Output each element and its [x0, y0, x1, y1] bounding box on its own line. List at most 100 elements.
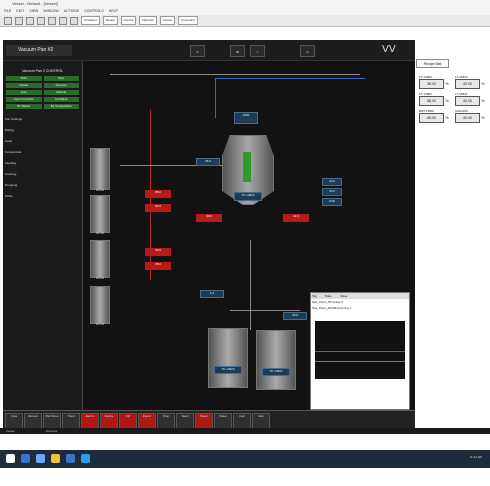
- pipe: [215, 78, 365, 79]
- section-label: Concentrate: [5, 150, 22, 154]
- stat-box[interactable]: 0: [190, 45, 205, 57]
- value-box: 30.0: [283, 312, 307, 320]
- bottom-tank[interactable]: [208, 328, 248, 388]
- refresh-icon[interactable]: [59, 16, 67, 25]
- value-box: 6.00: [322, 198, 342, 206]
- toolbar-tab[interactable]: Control: [120, 16, 137, 25]
- status-user: Vessel: [6, 429, 15, 433]
- menu-item[interactable]: ACTIONS: [64, 8, 80, 15]
- pipe: [110, 74, 360, 75]
- menu-item[interactable]: HELP: [109, 8, 118, 15]
- nav-button[interactable]: Cool: [233, 413, 251, 429]
- nav-button[interactable]: Pan Menu: [43, 413, 61, 429]
- save-icon[interactable]: [37, 16, 45, 25]
- tank-label: TK 14821: [262, 368, 290, 376]
- setpoint-item[interactable]: BWT14800 85.00 %: [419, 109, 451, 123]
- app-icon[interactable]: [81, 454, 90, 463]
- control-button[interactable]: Auto: [6, 90, 42, 95]
- bottom-tank[interactable]: [256, 330, 296, 390]
- control-button[interactable]: Cut Back: [43, 97, 79, 102]
- control-button[interactable]: Open Controls: [6, 97, 42, 102]
- home-icon[interactable]: [26, 16, 34, 25]
- nav-button[interactable]: Water: [214, 413, 232, 429]
- menu-item[interactable]: VIEW: [29, 8, 38, 15]
- control-button[interactable]: Stop: [43, 76, 79, 81]
- side-tank[interactable]: [90, 195, 110, 233]
- nav-button[interactable]: Help: [252, 413, 270, 429]
- alarm-value[interactable]: 30.0: [196, 214, 222, 222]
- control-panel: Vacuum Pan 2 CONTROL Start Stop Pause Re…: [3, 61, 83, 410]
- section-label: Dropping: [5, 183, 18, 187]
- control-button[interactable]: By Temperature: [43, 104, 79, 109]
- section-label: Graining: [5, 172, 17, 176]
- side-tank[interactable]: [90, 286, 110, 324]
- control-button[interactable]: Start: [6, 76, 42, 81]
- menu-item[interactable]: FILE: [4, 8, 11, 15]
- pipe: [250, 240, 251, 330]
- nav-button[interactable]: Vacuum: [24, 413, 42, 429]
- setpoint-item[interactable]: ASA1480 40.00 %: [455, 109, 487, 123]
- value-box: 1000: [234, 112, 258, 124]
- stat-box[interactable]: Q: [300, 45, 315, 57]
- setpoint-item[interactable]: FT-14802 88.00 %: [419, 92, 451, 106]
- windows-icon[interactable]: [6, 454, 15, 463]
- setpoint-panel: FT-14800 38.00 % LT-14800 40.00 % FT-14802…: [416, 72, 490, 158]
- side-tank-label: ST-03: [95, 276, 104, 280]
- toolbar-tab[interactable]: Command: [177, 16, 198, 25]
- side-tank-label: ST-04: [95, 322, 104, 326]
- toolbar-tab[interactable]: Historian: [139, 16, 158, 25]
- nav-button[interactable]: Seed: [176, 413, 194, 429]
- toolbar-tab[interactable]: Checkout: [81, 16, 100, 25]
- side-tank[interactable]: [90, 240, 110, 278]
- setpoint-item[interactable]: LT-14800 40.00 %: [455, 75, 487, 89]
- window-title: Vessel - Default - [Vessel]: [0, 0, 490, 8]
- menu-item[interactable]: WINDOW: [43, 8, 58, 15]
- nav-button[interactable]: Alarms: [81, 413, 99, 429]
- section-label: Grain: [5, 139, 13, 143]
- alarm-value[interactable]: 40.0: [145, 248, 171, 256]
- alarm-popup[interactable]: Tag State Value Seq_Pan2_SP Active 0 Seq_P…: [310, 292, 410, 410]
- toolbar-tab[interactable]: Vessel: [102, 16, 118, 25]
- control-button[interactable]: Pause: [6, 83, 42, 88]
- setpoint-item[interactable]: LT-14803 40.00 %: [455, 92, 487, 106]
- control-button[interactable]: Manual: [43, 90, 79, 95]
- app-icon[interactable]: [51, 454, 60, 463]
- print-icon[interactable]: [48, 16, 56, 25]
- nav-button[interactable]: Steam: [195, 413, 213, 429]
- section-label: Strike: [5, 194, 13, 198]
- nav-button[interactable]: Recipe: [100, 413, 118, 429]
- menu-item[interactable]: CONTROLS: [84, 8, 103, 15]
- recipe-button[interactable]: Recipe Mat: [416, 59, 449, 68]
- status-state: Operator: [45, 429, 58, 433]
- nav-button[interactable]: Area: [5, 413, 23, 429]
- toolbar: Checkout Vessel Control Historian Vessel…: [0, 15, 490, 27]
- settings-icon[interactable]: [70, 16, 78, 25]
- nav-button[interactable]: Trend: [62, 413, 80, 429]
- side-tank-label: ST-02: [95, 231, 104, 235]
- toolbar-tab[interactable]: Vessel: [160, 16, 175, 25]
- side-tank[interactable]: [90, 148, 110, 190]
- agitator-icon: [243, 152, 251, 182]
- setpoint-item[interactable]: FT-14800 38.00 %: [419, 75, 451, 89]
- app-icon[interactable]: [21, 454, 30, 463]
- stat-box[interactable]: 3: [250, 45, 265, 57]
- nav-button[interactable]: Report: [138, 413, 156, 429]
- alarm-value[interactable]: 32.0: [283, 214, 309, 222]
- menu-item[interactable]: EDIT: [16, 8, 24, 15]
- nav-button[interactable]: Ctrl: [119, 413, 137, 429]
- app-icon[interactable]: [36, 454, 45, 463]
- nav-button[interactable]: Drop: [157, 413, 175, 429]
- alarm-value[interactable]: 35.0: [145, 262, 171, 270]
- control-button[interactable]: Resume: [43, 83, 79, 88]
- forward-icon[interactable]: [15, 16, 23, 25]
- vessel-label: TK 14800: [234, 192, 262, 201]
- alarm-value[interactable]: 85.0: [145, 190, 171, 198]
- logo-icon: VV: [382, 44, 396, 55]
- pipe: [230, 310, 300, 311]
- control-button[interactable]: By Steam: [6, 104, 42, 109]
- stat-box[interactable]: 48: [230, 45, 245, 57]
- app-icon[interactable]: [66, 454, 75, 463]
- alarm-row[interactable]: Seq_Pan2_MODE Running 1: [311, 305, 409, 311]
- alarm-value[interactable]: 30.0: [145, 204, 171, 212]
- back-icon[interactable]: [4, 16, 12, 25]
